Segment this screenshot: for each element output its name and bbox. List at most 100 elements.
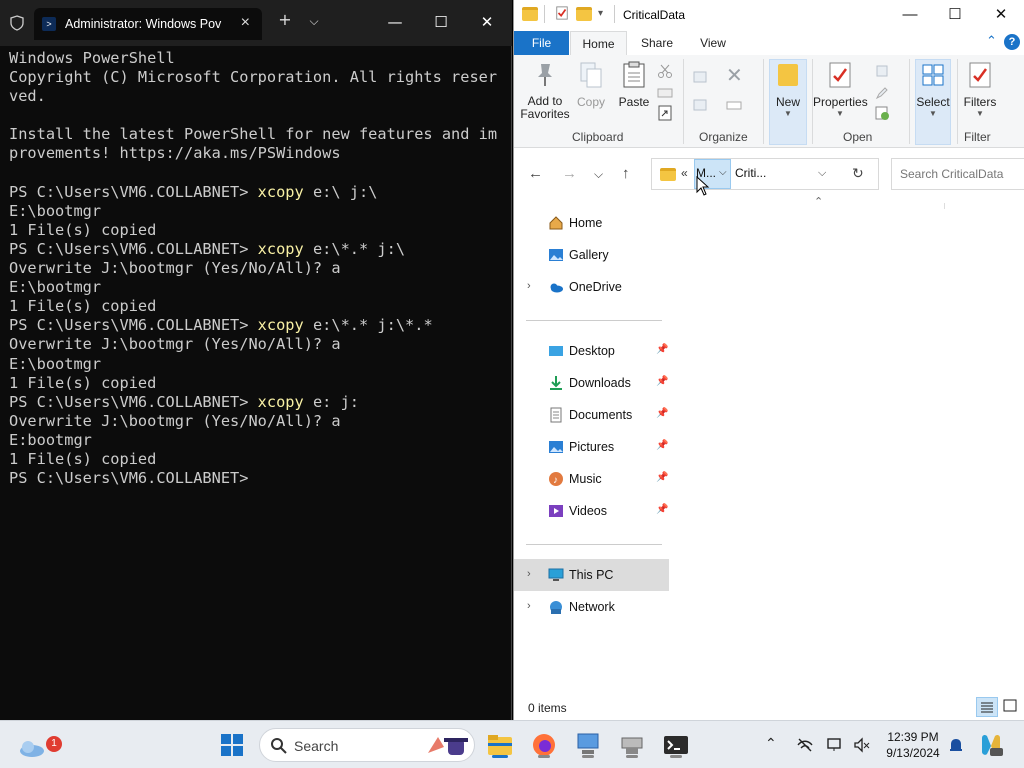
terminal-line: 1 File(s) copied (9, 450, 509, 469)
add-to-favorites-button[interactable]: Add to Favorites (520, 61, 570, 121)
terminal-output[interactable]: Windows PowerShell Copyright (C) Microsof… (9, 49, 509, 488)
nav-item-label: OneDrive (569, 280, 622, 294)
terminal-command: xcopy (257, 316, 304, 335)
paste-shortcut-icon[interactable] (657, 105, 673, 121)
help-icon[interactable]: ? (1004, 34, 1020, 50)
clock[interactable]: 12:39 PM 9/13/2024 (878, 729, 948, 761)
tab-share[interactable]: Share (639, 31, 675, 55)
maximize-button[interactable]: ☐ (418, 8, 464, 36)
forward-icon[interactable]: → (562, 165, 577, 182)
terminal-text: Windows PowerShell (9, 49, 175, 67)
breadcrumb-chevron-icon[interactable]: ⌵ (719, 167, 727, 178)
nav-item-pictures[interactable]: Pictures 📌 (514, 431, 669, 463)
quick-access-dropdown-icon[interactable]: ▾ (598, 8, 603, 19)
svg-text:♪: ♪ (553, 475, 558, 486)
notification-bell-icon[interactable] (947, 736, 965, 754)
nav-item-documents[interactable]: Documents 📌 (514, 399, 669, 431)
tab-dropdown-button[interactable]: ⌵ (299, 14, 329, 29)
search-box[interactable]: Search CriticalData (891, 158, 1024, 190)
nav-item-desktop[interactable]: Desktop 📌 (514, 335, 669, 367)
breadcrumb-item-2[interactable]: Criti... (735, 166, 766, 180)
tab-home[interactable]: Home (570, 31, 627, 55)
nav-item-videos[interactable]: Videos 📌 (514, 495, 669, 527)
navigation-bar: ← → ⌵ ↑ « M... ⌵ Criti... ⌵ ↻ Search Cri… (514, 149, 1024, 199)
select-button[interactable]: Select ▼ (914, 61, 952, 118)
explorer-titlebar[interactable]: ▾ CriticalData — ☐ ✕ (514, 0, 1024, 31)
copy-to-icon[interactable] (692, 97, 708, 113)
column-divider[interactable] (944, 203, 945, 209)
new-tab-button[interactable]: + (270, 10, 300, 29)
rename-icon[interactable] (726, 97, 742, 113)
minimize-button[interactable]: — (372, 8, 418, 36)
terminal-window[interactable]: > Administrator: Windows Pov × + ⌵ — ☐ ✕… (0, 0, 512, 720)
network-disconnected-icon[interactable] (796, 736, 814, 754)
details-view-button[interactable] (976, 697, 998, 717)
recent-locations-icon[interactable]: ⌵ (594, 167, 603, 182)
new-folder-quick-icon[interactable] (576, 7, 592, 21)
taskbar-file-explorer[interactable] (484, 729, 516, 761)
copy-icon (580, 62, 602, 88)
refresh-icon[interactable]: ↻ (852, 165, 864, 182)
nav-item-downloads[interactable]: Downloads 📌 (514, 367, 669, 399)
breadcrumb-overflow[interactable]: « (681, 166, 688, 180)
organize-group-label: Organize (699, 130, 748, 144)
terminal-tab[interactable]: > Administrator: Windows Pov × (34, 8, 262, 40)
taskbar-remote-desktop[interactable] (572, 729, 604, 761)
taskbar-firefox[interactable] (528, 729, 560, 761)
edit-icon[interactable] (874, 85, 890, 101)
move-to-icon[interactable] (692, 69, 708, 85)
history-icon[interactable] (874, 105, 890, 121)
minimize-button[interactable]: — (887, 2, 933, 30)
expand-chevron-icon[interactable]: › (527, 280, 531, 292)
maximize-button[interactable]: ☐ (932, 2, 978, 30)
terminal-text: 1 File(s) copied (9, 449, 157, 468)
copy-button[interactable]: Copy (576, 61, 606, 109)
show-hidden-icons-icon[interactable]: ⌃ (765, 735, 777, 752)
taskbar-app[interactable] (616, 729, 648, 761)
paste-button[interactable]: Paste (617, 61, 651, 109)
expand-chevron-icon[interactable]: › (527, 600, 531, 612)
close-button[interactable]: ✕ (464, 8, 510, 36)
nav-item-music[interactable]: ♪ Music 📌 (514, 463, 669, 495)
new-button[interactable]: New ▼ (770, 61, 806, 118)
display-icon[interactable] (826, 736, 844, 754)
running-app-indicator (670, 755, 682, 758)
up-icon[interactable]: ↑ (622, 165, 630, 182)
address-dropdown-icon[interactable]: ⌵ (818, 167, 826, 180)
large-icons-view-button[interactable] (1000, 697, 1022, 717)
weather-widget[interactable]: 1 (16, 729, 62, 761)
file-list-area[interactable]: ⌃ (674, 196, 1024, 689)
taskbar-terminal[interactable] (660, 729, 692, 761)
nav-item-gallery[interactable]: Gallery (514, 239, 669, 271)
file-explorer-window[interactable]: ▾ CriticalData — ☐ ✕ File Home Share Vie… (513, 0, 1024, 720)
taskbar-search[interactable]: Search (259, 728, 475, 762)
copilot-icon[interactable] (978, 732, 1004, 758)
open-icon[interactable] (874, 63, 890, 79)
sort-chevron-icon[interactable]: ⌃ (814, 195, 823, 208)
collapse-ribbon-icon[interactable]: ⌃ (986, 33, 997, 49)
copy-path-icon[interactable] (657, 85, 673, 101)
close-tab-icon[interactable]: × (241, 14, 250, 32)
ribbon-home: Add to Favorites Copy Paste Clipboard ✕ … (514, 55, 1024, 148)
terminal-tab-title: Administrator: Windows Pov (65, 17, 222, 31)
nav-item-onedrive[interactable]: › OneDrive (514, 271, 669, 303)
properties-button[interactable]: Properties ▼ (813, 61, 868, 118)
properties-quick-icon[interactable] (554, 6, 570, 20)
back-icon[interactable]: ← (528, 165, 543, 182)
expand-chevron-icon[interactable]: › (527, 568, 531, 580)
delete-icon[interactable]: ✕ (726, 63, 743, 88)
sound-muted-icon[interactable] (853, 736, 871, 754)
cut-icon[interactable] (657, 63, 673, 79)
tab-view[interactable]: View (696, 31, 730, 55)
tab-file[interactable]: File (514, 31, 569, 55)
filters-button[interactable]: Filters ▼ (960, 61, 1000, 118)
terminal-titlebar[interactable]: > Administrator: Windows Pov × + ⌵ — ☐ ✕ (0, 0, 512, 46)
close-button[interactable]: ✕ (978, 2, 1024, 30)
properties-label: Properties (813, 95, 868, 109)
nav-item-this-pc[interactable]: › This PC (514, 559, 669, 591)
address-bar[interactable]: « M... ⌵ Criti... ⌵ ↻ (651, 158, 879, 190)
nav-item-home[interactable]: Home (514, 207, 669, 239)
weather-cloud-icon (20, 741, 44, 757)
nav-item-network[interactable]: › Network (514, 591, 669, 623)
start-button[interactable] (216, 729, 248, 761)
